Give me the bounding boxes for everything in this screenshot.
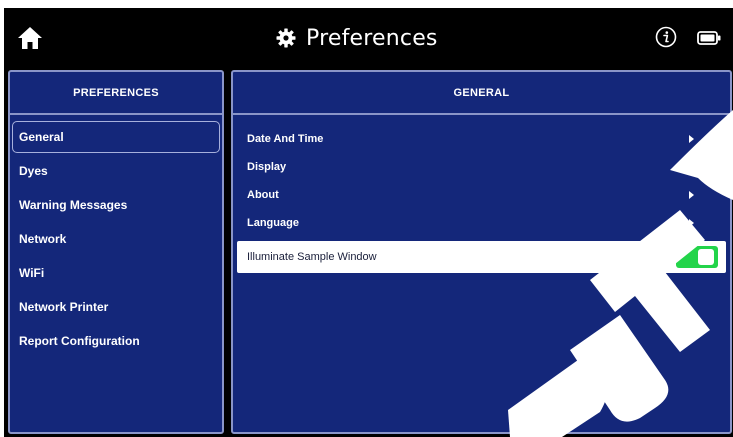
sidebar-item-network-printer[interactable]: Network Printer (12, 291, 220, 323)
general-panel-header: GENERAL (233, 72, 730, 115)
preferences-panel-header: PREFERENCES (10, 72, 222, 115)
chevron-right-icon (689, 163, 694, 171)
info-icon[interactable] (655, 26, 677, 48)
illuminate-sample-window-row: Illuminate Sample Window (237, 241, 726, 273)
preferences-panel: PREFERENCES General Dyes Warning Message… (8, 70, 224, 434)
chevron-right-icon (689, 191, 694, 199)
sidebar-item-general[interactable]: General (12, 121, 220, 153)
sidebar-item-network[interactable]: Network (12, 223, 220, 255)
settings-item-date-and-time[interactable]: Date And Time (233, 125, 730, 153)
page-title: Preferences (306, 25, 438, 51)
sidebar-item-dyes[interactable]: Dyes (12, 155, 220, 187)
general-panel: GENERAL Date And Time Display About Lang… (231, 70, 732, 434)
battery-icon (697, 30, 721, 45)
sidebar-item-report-configuration[interactable]: Report Configuration (12, 325, 220, 357)
illuminate-sample-window-label: Illuminate Sample Window (247, 251, 377, 263)
general-settings-list: Date And Time Display About Language (233, 125, 730, 237)
top-bar: Preferences (4, 8, 733, 70)
settings-item-label: Display (247, 161, 287, 173)
home-icon[interactable] (16, 24, 44, 52)
settings-item-display[interactable]: Display (233, 153, 730, 181)
chevron-right-icon (689, 219, 694, 227)
chevron-right-icon (689, 135, 694, 143)
settings-item-language[interactable]: Language (233, 209, 730, 237)
settings-item-label: About (247, 189, 279, 201)
settings-item-label: Date And Time (247, 133, 324, 145)
settings-item-about[interactable]: About (233, 181, 730, 209)
device-screen: Preferences PREFERENCES General Dyes War… (4, 8, 733, 437)
toggle-knob (698, 249, 714, 265)
gear-icon (276, 28, 296, 48)
preferences-list: General Dyes Warning Messages Network Wi… (12, 121, 220, 359)
sidebar-item-warning-messages[interactable]: Warning Messages (12, 189, 220, 221)
settings-item-label: Language (247, 217, 299, 229)
illuminate-sample-window-toggle[interactable] (676, 246, 718, 268)
sidebar-item-wifi[interactable]: WiFi (12, 257, 220, 289)
page-title-group: Preferences (276, 22, 438, 54)
